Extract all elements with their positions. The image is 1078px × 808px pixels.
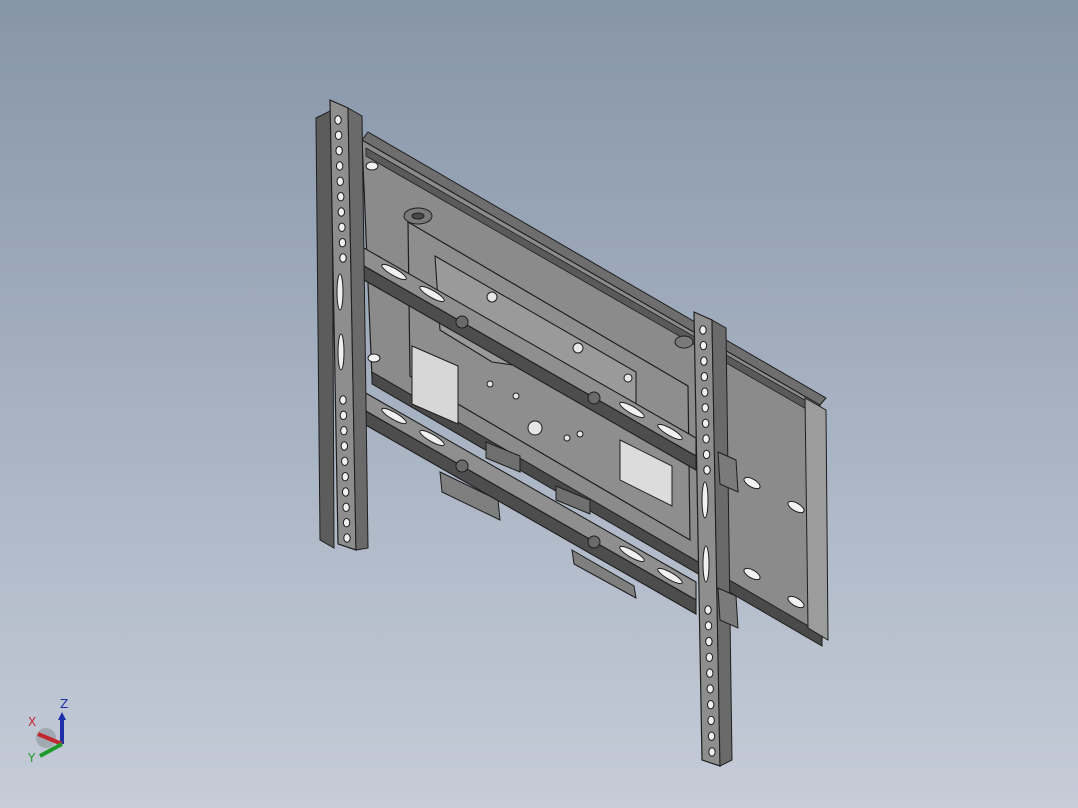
- mounting-hole: [707, 715, 715, 726]
- mounting-hole: [340, 441, 349, 451]
- mounting-hole: [706, 668, 714, 678]
- mounting-hole: [702, 434, 710, 444]
- z-axis-label: Z: [60, 697, 68, 711]
- mounting-hole: [341, 487, 350, 497]
- y-axis-label: Y: [27, 751, 36, 765]
- mounting-hole: [339, 410, 348, 421]
- mounting-hole: [705, 652, 714, 663]
- mounting-hole: [708, 747, 716, 757]
- left-vertical-bracket: [315, 99, 369, 551]
- mounting-hole: [334, 115, 342, 125]
- mounting-hole: [701, 387, 709, 397]
- mounting-hole: [337, 207, 346, 217]
- mounting-hole: [339, 395, 347, 405]
- mounting-hole: [337, 191, 345, 202]
- mounting-hole: [702, 449, 711, 460]
- mounting-hole: [334, 130, 343, 141]
- x-axis-label: X: [28, 715, 36, 729]
- mounting-hole: [342, 517, 351, 528]
- mounting-hole: [342, 502, 350, 513]
- mounting-hole: [341, 456, 349, 467]
- tv-wall-mount-model[interactable]: [0, 0, 1078, 808]
- mounting-hole: [704, 621, 713, 631]
- mounting-hole: [700, 356, 708, 366]
- mounting-hole: [335, 161, 344, 171]
- z-axis-arrow: [58, 712, 66, 720]
- mounting-hole: [706, 684, 714, 694]
- coordinate-triad: Z X Y: [27, 697, 68, 765]
- mounting-hole: [338, 237, 347, 248]
- mounting-hole: [340, 425, 348, 436]
- mounting-hole: [706, 699, 715, 710]
- mounting-hole: [707, 731, 716, 741]
- mounting-hole: [699, 340, 708, 351]
- mounting-hole: [701, 418, 710, 429]
- mounting-hole: [339, 253, 347, 263]
- mounting-hole: [703, 465, 711, 475]
- mounting-hole: [336, 176, 344, 187]
- mounting-hole: [699, 325, 707, 335]
- mounting-hole: [335, 145, 343, 156]
- mounting-hole: [704, 605, 712, 615]
- mounting-hole: [341, 471, 349, 482]
- mounting-hole: [701, 403, 709, 413]
- mounting-hole: [343, 533, 351, 543]
- mounting-hole: [705, 636, 713, 647]
- mounting-hole: [338, 222, 346, 233]
- graphics-viewport[interactable]: Z X Y: [0, 0, 1078, 808]
- mounting-hole: [700, 371, 709, 382]
